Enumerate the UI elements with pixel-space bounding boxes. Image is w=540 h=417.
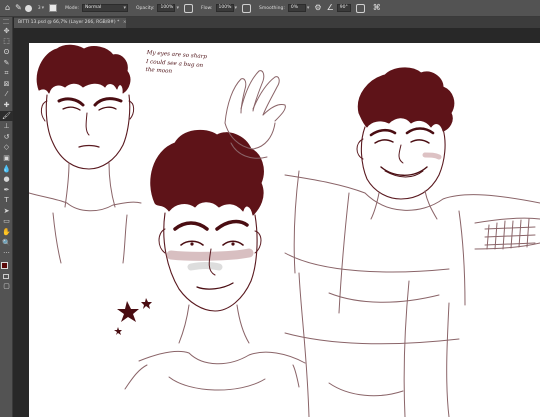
smoothing-dropdown-icon[interactable]: ▾ (307, 5, 310, 11)
smoothing-options-gear-icon[interactable]: ⚙ (314, 4, 321, 12)
brush-size-value: 3 (37, 5, 41, 11)
smoothing-label: Smoothing: (259, 5, 285, 11)
screen-mode-icon[interactable]: ▢ (0, 281, 13, 292)
mode-select[interactable]: Normal (81, 4, 128, 12)
lasso-tool-icon[interactable]: ʘ (0, 47, 13, 58)
sketch-artwork (29, 44, 540, 417)
history-brush-tool-icon[interactable]: ↺ (0, 132, 13, 143)
document-tab-title: BITTI 13.psd @ 66,7% (Layer 266, RGB/8#)… (18, 20, 120, 25)
angle-icon: ∠ (326, 3, 334, 12)
photoshop-window: ⌂ ✎ 3 ▾ Mode: Normal Opacity: 100% ▾ Flo… (0, 0, 540, 417)
close-tab-icon[interactable]: × (123, 20, 126, 25)
quick-select-tool-icon[interactable]: ✎ (0, 58, 13, 69)
hand-tool-icon[interactable]: ✋ (0, 227, 13, 238)
smoothing-field[interactable]: 0% (287, 4, 306, 12)
document-tab-bar: BITTI 13.psd @ 66,7% (Layer 266, RGB/8#)… (14, 17, 540, 28)
blur-tool-icon[interactable]: 💧 (0, 164, 13, 175)
opacity-label: Opacity: (135, 5, 155, 11)
zoom-tool-icon[interactable]: 🔍 (0, 238, 13, 249)
left-figure-sketch (29, 44, 142, 264)
crop-tool-icon[interactable]: ⌗ (0, 68, 13, 79)
brush-preview-icon[interactable] (24, 4, 32, 12)
eyedropper-tool-icon[interactable]: ⁄ (0, 90, 13, 101)
brush-tool-icon[interactable]: 🖌 (0, 110, 13, 122)
angle-field[interactable]: 90° (336, 4, 351, 12)
document-canvas[interactable]: My eyes are so sharp I could see a bug o… (29, 43, 540, 417)
clone-stamp-tool-icon[interactable]: ⊥ (0, 121, 13, 132)
frame-tool-icon[interactable]: ⊠ (0, 79, 13, 90)
opacity-field[interactable]: 100% (157, 4, 176, 12)
options-bar: ⌂ ✎ 3 ▾ Mode: Normal Opacity: 100% ▾ Flo… (0, 0, 540, 17)
tools-panel: ✥ ⬚ ʘ ✎ ⌗ ⊠ ⁄ ✚ 🖌 ⊥ ↺ ◇ ▣ 💧 ● ✒ T ➤ ▭ ✋ 🔍 ··· ▢ (0, 17, 13, 417)
pen-tool-icon[interactable]: ✒ (0, 185, 13, 196)
dodge-tool-icon[interactable]: ● (0, 174, 13, 185)
flow-field[interactable]: 100% (215, 4, 234, 12)
more-tools-icon[interactable]: ··· (0, 248, 13, 259)
foreground-color-swatch[interactable] (1, 262, 8, 270)
color-swatches (0, 259, 13, 281)
type-tool-icon[interactable]: T (0, 196, 13, 207)
toolbar-grip[interactable] (3, 19, 9, 24)
flow-dropdown-icon[interactable]: ▾ (235, 5, 238, 11)
center-figure-sketch (114, 129, 306, 391)
canvas-area: My eyes are so sharp I could see a bug o… (14, 28, 540, 417)
airbrush-icon[interactable] (242, 3, 252, 13)
tool-list: ✥ ⬚ ʘ ✎ ⌗ ⊠ ⁄ ✚ 🖌 ⊥ ↺ ◇ ▣ 💧 ● ✒ T ➤ ▭ ✋ 🔍 ··· (0, 26, 13, 259)
eraser-tool-icon[interactable]: ◇ (0, 143, 13, 154)
marquee-tool-icon[interactable]: ⬚ (0, 37, 13, 48)
pressure-size-icon[interactable] (355, 3, 365, 13)
flow-label: Flow: (200, 5, 213, 11)
brush-preset-dropdown-icon[interactable]: ▾ (42, 5, 45, 11)
opacity-dropdown-icon[interactable]: ▾ (176, 5, 179, 11)
move-tool-icon[interactable]: ✥ (0, 26, 13, 37)
symmetry-icon[interactable]: ⌘ (373, 4, 381, 12)
quick-mask-icon[interactable] (3, 274, 9, 280)
rectangle-tool-icon[interactable]: ▭ (0, 217, 13, 228)
right-figure-sketch (224, 67, 540, 417)
pressure-opacity-icon[interactable] (183, 3, 193, 13)
home-icon[interactable]: ⌂ (5, 4, 10, 12)
healing-brush-tool-icon[interactable]: ✚ (0, 100, 13, 111)
path-select-tool-icon[interactable]: ➤ (0, 206, 13, 217)
gradient-tool-icon[interactable]: ▣ (0, 153, 13, 164)
brush-settings-panel-icon[interactable] (49, 4, 58, 12)
brush-preset-icon[interactable]: ✎ (15, 4, 22, 12)
document-tab[interactable]: BITTI 13.psd @ 66,7% (Layer 266, RGB/8#)… (14, 18, 126, 28)
mode-label: Mode: (65, 5, 79, 11)
